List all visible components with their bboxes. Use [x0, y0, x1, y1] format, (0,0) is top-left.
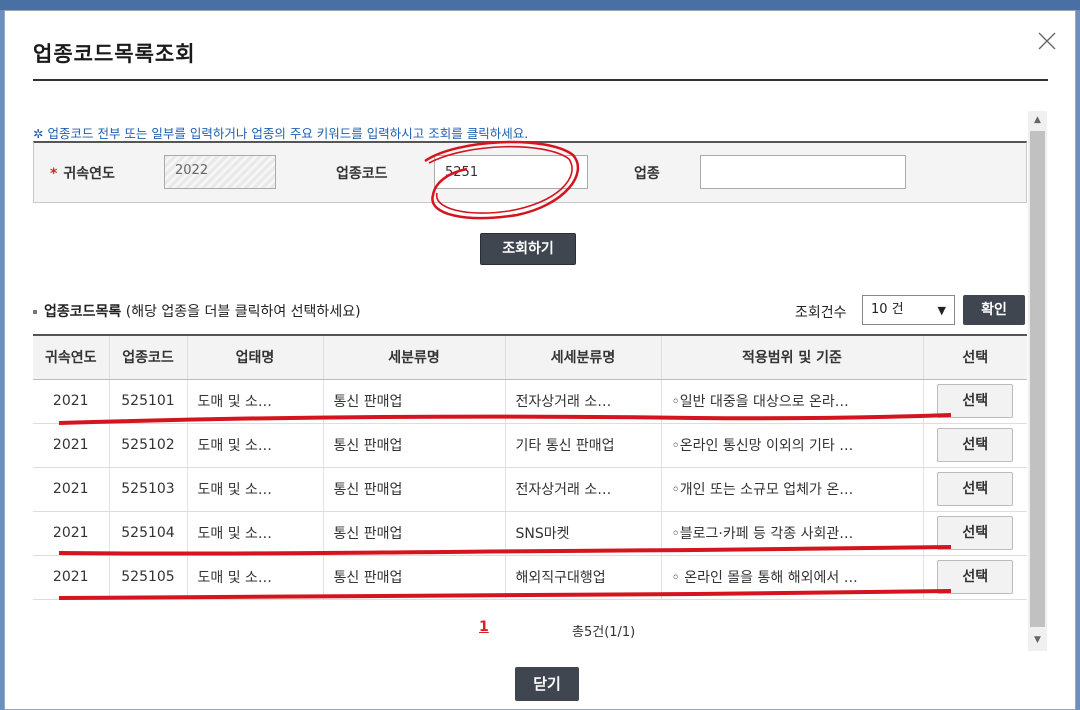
- cell-subsub: 전자상거래 소…: [504, 467, 661, 512]
- cell-scope: ◦개인 또는 소규모 업체가 온…: [660, 467, 923, 512]
- cell-sub: 통신 판매업: [322, 511, 505, 556]
- industry-code-table: 귀속연도 업종코드 업태명 세분류명 세세분류명 적용범위 및 기준 선택 20…: [33, 334, 1027, 600]
- select-button[interactable]: 선택: [937, 516, 1014, 550]
- required-icon: *: [50, 166, 58, 182]
- scroll-up-icon[interactable]: ▲: [1028, 111, 1047, 129]
- cell-subsub: SNS마켓: [504, 511, 661, 556]
- cell-business: 도매 및 소…: [186, 423, 323, 468]
- code-label: 업종코드: [336, 166, 388, 182]
- count-select[interactable]: 10 건 ▼: [862, 295, 955, 325]
- search-button[interactable]: 조회하기: [480, 233, 576, 265]
- bullet-icon: [33, 310, 37, 314]
- scroll-down-icon[interactable]: ▼: [1028, 631, 1047, 649]
- cell-business: 도매 및 소…: [186, 511, 323, 556]
- select-button[interactable]: 선택: [937, 384, 1014, 418]
- vertical-scrollbar[interactable]: ▲ ▼: [1028, 111, 1047, 651]
- chevron-down-icon: ▼: [937, 304, 946, 317]
- column-header: 세분류명: [322, 334, 505, 380]
- cell-subsub: 전자상거래 소…: [504, 379, 661, 424]
- table-row[interactable]: 2021 525103 도매 및 소… 통신 판매업 전자상거래 소… ◦개인 …: [33, 467, 1027, 512]
- cell-subsub: 해외직구대행업: [504, 555, 661, 600]
- table-row[interactable]: 2021 525102 도매 및 소… 통신 판매업 기타 통신 판매업 ◦온라…: [33, 423, 1027, 468]
- count-label: 조회건수: [795, 305, 847, 321]
- hint-icon: ✲: [33, 126, 44, 141]
- cell-business: 도매 및 소…: [186, 379, 323, 424]
- table-header-row: 귀속연도 업종코드 업태명 세분류명 세세분류명 적용범위 및 기준 선택: [33, 334, 1027, 380]
- column-header: 세세분류명: [504, 334, 661, 380]
- cell-sub: 통신 판매업: [322, 423, 505, 468]
- list-title: 업종코드목록 (해당 업종을 더블 클릭하여 선택하세요): [33, 301, 361, 321]
- table-row[interactable]: 2021 525101 도매 및 소… 통신 판매업 전자상거래 소… ◦일반 …: [33, 379, 1027, 424]
- cell-scope: ◦온라인 통신망 이외의 기타 …: [660, 423, 923, 468]
- table-row[interactable]: 2021 525105 도매 및 소… 통신 판매업 해외직구대행업 ◦ 온라인…: [33, 555, 1027, 600]
- page-link-1[interactable]: 1: [479, 619, 489, 635]
- column-header: 귀속연도: [33, 334, 109, 380]
- column-header: 업종코드: [108, 334, 187, 380]
- cell-code: 525105: [108, 555, 187, 600]
- cell-year: 2021: [33, 379, 109, 424]
- scroll-thumb[interactable]: [1030, 131, 1045, 627]
- cell-subsub: 기타 통신 판매업: [504, 423, 661, 468]
- select-button[interactable]: 선택: [937, 560, 1014, 594]
- cell-action: 선택: [922, 511, 1027, 556]
- table-row[interactable]: 2021 525104 도매 및 소… 통신 판매업 SNS마켓 ◦블로그·카페…: [33, 511, 1027, 556]
- industry-code-modal: 업종코드목록조회 ✲ 업종코드 전부 또는 일부를 입력하거나 업종의 주요 키워…: [4, 10, 1076, 710]
- cell-code: 525101: [108, 379, 187, 424]
- cell-code: 525102: [108, 423, 187, 468]
- column-header: 적용범위 및 기준: [660, 334, 923, 380]
- close-icon[interactable]: [1035, 29, 1059, 53]
- cell-sub: 통신 판매업: [322, 379, 505, 424]
- modal-content: ✲ 업종코드 전부 또는 일부를 입력하거나 업종의 주요 키워드를 입력하시고 …: [5, 109, 1027, 710]
- cell-action: 선택: [922, 423, 1027, 468]
- close-button[interactable]: 닫기: [515, 667, 579, 701]
- background-window-strip: [0, 0, 1080, 10]
- modal-title: 업종코드목록조회: [33, 42, 196, 66]
- industry-input[interactable]: [700, 155, 906, 189]
- cell-year: 2021: [33, 467, 109, 512]
- year-field: 2022: [164, 155, 276, 189]
- select-button[interactable]: 선택: [937, 428, 1014, 462]
- cell-scope: ◦ 온라인 몰을 통해 해외에서 …: [660, 555, 923, 600]
- cell-year: 2021: [33, 555, 109, 600]
- cell-year: 2021: [33, 423, 109, 468]
- search-panel: *귀속연도 2022 업종코드 업종: [33, 141, 1027, 203]
- total-count: 총5건(1/1): [572, 625, 636, 640]
- code-input[interactable]: [434, 155, 588, 189]
- year-label: * 귀속연도: [50, 166, 115, 182]
- cell-year: 2021: [33, 511, 109, 556]
- confirm-button[interactable]: 확인: [963, 295, 1025, 325]
- cell-action: 선택: [922, 379, 1027, 424]
- cell-code: 525104: [108, 511, 187, 556]
- cell-business: 도매 및 소…: [186, 555, 323, 600]
- cell-sub: 통신 판매업: [322, 467, 505, 512]
- column-header: 업태명: [186, 334, 323, 380]
- column-header: 선택: [922, 334, 1027, 380]
- select-button[interactable]: 선택: [937, 472, 1014, 506]
- search-hint: ✲ 업종코드 전부 또는 일부를 입력하거나 업종의 주요 키워드를 입력하시고 …: [33, 126, 529, 141]
- industry-label: 업종: [634, 166, 660, 182]
- cell-action: 선택: [922, 467, 1027, 512]
- cell-scope: ◦일반 대중을 대상으로 온라…: [660, 379, 923, 424]
- cell-sub: 통신 판매업: [322, 555, 505, 600]
- cell-business: 도매 및 소…: [186, 467, 323, 512]
- cell-action: 선택: [922, 555, 1027, 600]
- title-divider: [33, 79, 1048, 81]
- cell-scope: ◦블로그·카페 등 각종 사회관…: [660, 511, 923, 556]
- cell-code: 525103: [108, 467, 187, 512]
